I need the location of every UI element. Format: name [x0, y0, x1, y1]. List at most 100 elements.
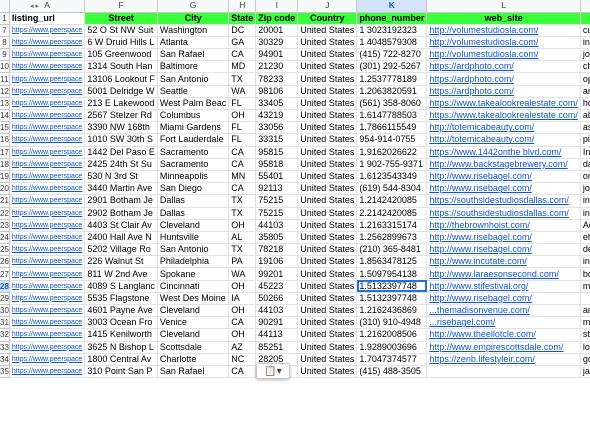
state-cell[interactable]: OH: [228, 219, 257, 232]
row-number[interactable]: 22: [0, 207, 10, 220]
country-cell[interactable]: United States: [297, 280, 358, 293]
zip-cell[interactable]: 99201: [255, 267, 299, 281]
city-cell[interactable]: Miami Gardens: [157, 121, 230, 135]
row-number[interactable]: 20: [0, 182, 10, 196]
email-cell[interactable]: info@incutate.com: [580, 255, 590, 269]
country-cell[interactable]: United States: [297, 158, 358, 171]
city-cell[interactable]: Sacramento: [157, 146, 230, 159]
country-cell[interactable]: United States: [297, 48, 358, 62]
city-cell[interactable]: Atlanta: [157, 36, 230, 50]
street-cell[interactable]: 5001 Delridge W: [84, 85, 158, 98]
city-cell[interactable]: Dallas: [157, 207, 230, 220]
phone-cell[interactable]: 1.2162008506: [356, 328, 428, 342]
zip-cell[interactable]: 44103: [255, 219, 299, 232]
zip-cell[interactable]: 33056: [255, 121, 299, 135]
row-number[interactable]: 19: [0, 170, 10, 184]
country-cell[interactable]: United States: [297, 353, 358, 366]
row-number[interactable]: 33: [0, 341, 10, 354]
row-number[interactable]: 23: [0, 219, 10, 232]
listing-url-cell[interactable]: https://www.peerspace: [9, 280, 86, 293]
email-cell[interactable]: Adam@thebrownhoist.com: [580, 219, 590, 232]
listing-url-cell[interactable]: https://www.peerspace: [9, 219, 86, 232]
listing-url-cell[interactable]: https://www.peerspace: [9, 341, 86, 354]
zip-cell[interactable]: 21230: [255, 60, 299, 74]
listing-url-cell[interactable]: https://www.peerspace: [9, 146, 86, 159]
city-cell[interactable]: West Palm Beac: [157, 97, 230, 111]
zip-cell[interactable]: 98106: [255, 85, 299, 98]
country-cell[interactable]: United States: [297, 194, 358, 208]
phone-cell[interactable]: (561) 358-8060: [356, 97, 428, 111]
website-cell[interactable]: http://www.risebagel.com/: [426, 292, 581, 306]
state-cell[interactable]: FL: [228, 133, 257, 147]
state-cell[interactable]: NC: [228, 353, 257, 366]
state-cell[interactable]: CA: [228, 182, 257, 196]
header-cell[interactable]: phone_number: [356, 12, 428, 25]
country-cell[interactable]: United States: [297, 133, 358, 147]
listing-url-cell[interactable]: https://www.peerspace: [9, 158, 86, 171]
row-number[interactable]: 30: [0, 304, 10, 318]
row-number[interactable]: 35: [0, 365, 10, 379]
phone-cell[interactable]: 1.5132397748: [356, 280, 428, 293]
email-cell[interactable]: orders@risebagel.com: [580, 170, 590, 184]
row-number[interactable]: 18: [0, 158, 10, 171]
state-cell[interactable]: OH: [228, 304, 257, 318]
listing-url-cell[interactable]: https://www.peerspace: [9, 36, 86, 50]
header-cell[interactable]: Country: [297, 12, 358, 25]
zip-cell[interactable]: 33315: [255, 133, 299, 147]
country-cell[interactable]: United States: [297, 304, 358, 318]
email-cell[interactable]: bookings@laraesonsecond.com: [580, 267, 590, 281]
email-cell[interactable]: danoherrera@bellsouth.net: [580, 158, 590, 171]
street-cell[interactable]: 2400 Hall Ave N: [84, 231, 158, 245]
country-cell[interactable]: United States: [297, 243, 358, 257]
listing-url-cell[interactable]: https://www.peerspace: [9, 365, 86, 379]
email-cell[interactable]: gcancobello@lifestyleintrealty.com: [580, 353, 590, 366]
header-cell[interactable]: City: [157, 12, 230, 25]
phone-cell[interactable]: 1.2163315174: [356, 219, 428, 232]
zip-cell[interactable]: 45223: [255, 280, 299, 293]
listing-url-cell[interactable]: https://www.peerspace: [9, 353, 86, 366]
street-cell[interactable]: 3440 Martin Ave: [84, 182, 158, 196]
street-cell[interactable]: 4601 Payne Ave: [84, 304, 158, 318]
website-cell[interactable]: https://ardphoto.com/: [426, 85, 581, 98]
email-cell[interactable]: christopher.stevens123@gmail.com: [580, 60, 590, 74]
city-cell[interactable]: Huntsville: [157, 231, 230, 245]
street-cell[interactable]: 4403 St Clair Av: [84, 219, 158, 232]
zip-cell[interactable]: 95815: [255, 146, 299, 159]
state-cell[interactable]: AL: [228, 231, 257, 245]
street-cell[interactable]: 530 N 3rd St: [84, 170, 158, 184]
row-number[interactable]: 21: [0, 194, 10, 208]
row-number[interactable]: 25: [0, 243, 10, 257]
street-cell[interactable]: 1010 SW 30th S: [84, 133, 158, 147]
zip-cell[interactable]: 44103: [255, 304, 299, 318]
listing-url-cell[interactable]: https://www.peerspace: [9, 243, 86, 257]
phone-cell[interactable]: 1 3023192323: [356, 24, 428, 37]
header-cell[interactable]: State: [228, 12, 257, 25]
country-cell[interactable]: United States: [297, 60, 358, 74]
email-cell[interactable]: ehurskin@aol.com: [580, 231, 590, 245]
zip-cell[interactable]: 94901: [255, 48, 299, 62]
state-cell[interactable]: GA: [228, 36, 257, 50]
state-cell[interactable]: IA: [228, 292, 257, 306]
country-cell[interactable]: United States: [297, 267, 358, 281]
zip-cell[interactable]: 95818: [255, 158, 299, 171]
row-number[interactable]: 17: [0, 146, 10, 159]
state-cell[interactable]: FL: [228, 121, 257, 135]
zip-cell[interactable]: 19106: [255, 255, 299, 269]
website-cell[interactable]: https://southsidestudiosdallas.com/: [426, 194, 581, 208]
zip-cell[interactable]: 33405: [255, 97, 299, 111]
email-cell[interactable]: Info@1442onthe blvd.com: [580, 146, 590, 159]
phone-cell[interactable]: 1.2142420085: [356, 194, 428, 208]
row-number[interactable]: 34: [0, 353, 10, 366]
state-cell[interactable]: MN: [228, 170, 257, 184]
state-cell[interactable]: PA: [228, 255, 257, 269]
row-number[interactable]: 10: [0, 60, 10, 74]
header-cell[interactable]: Street: [84, 12, 158, 25]
listing-url-cell[interactable]: https://www.peerspace: [9, 48, 86, 62]
row-number[interactable]: 28: [0, 280, 10, 293]
row-number[interactable]: 14: [0, 109, 10, 123]
phone-cell[interactable]: 1.2562899673: [356, 231, 428, 245]
website-cell[interactable]: [426, 365, 581, 379]
row-number[interactable]: 32: [0, 328, 10, 342]
street-cell[interactable]: 5535 Flagstone: [84, 292, 158, 306]
city-cell[interactable]: Cincinnati: [157, 280, 230, 293]
